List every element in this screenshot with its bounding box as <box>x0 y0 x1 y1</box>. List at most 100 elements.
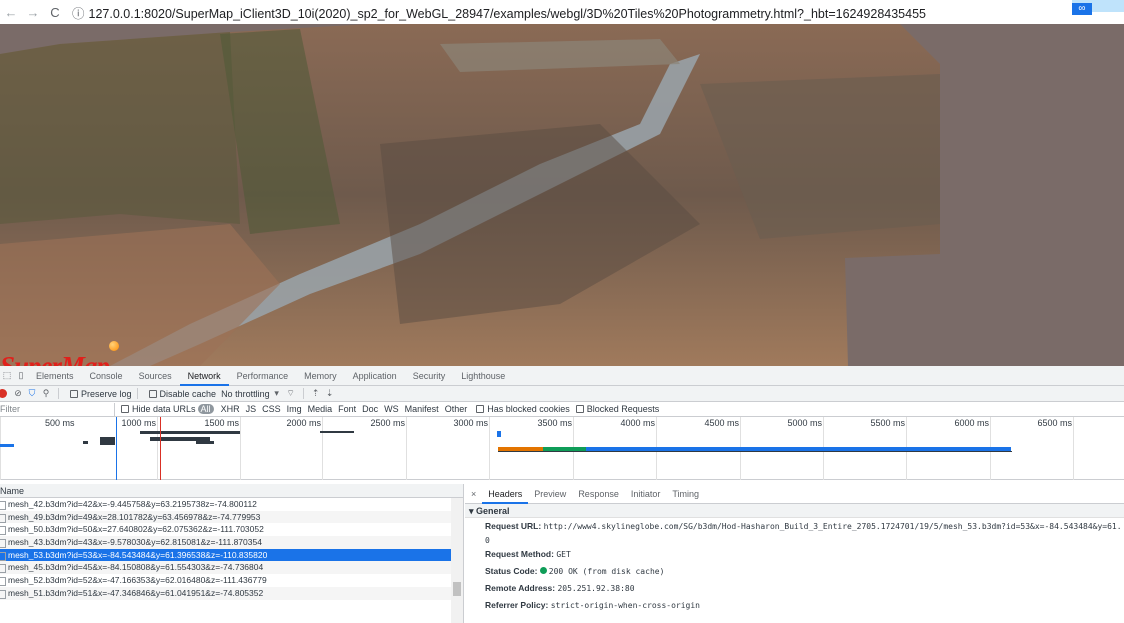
request-row[interactable]: mesh_42.b3dm?id=42&x=-9.445758&y=63.2195… <box>0 498 463 511</box>
timeline-bar <box>83 441 88 444</box>
request-list-scrollbar[interactable] <box>451 498 463 623</box>
devtools-panel: ⬚ ▯ Elements Console Sources Network Per… <box>0 366 1124 623</box>
hide-data-urls-label: Hide data URLs <box>132 404 196 414</box>
filter-media[interactable]: Media <box>308 404 333 414</box>
timeline-tick: 1000 ms <box>121 417 158 480</box>
supermap-logo: SuperMap <box>0 351 110 366</box>
filter-img[interactable]: Img <box>287 404 302 414</box>
hide-data-urls-checkbox[interactable] <box>121 405 129 413</box>
timeline-tick: 3000 ms <box>453 417 490 480</box>
request-row[interactable]: mesh_52.b3dm?id=52&x=-47.166353&y=62.016… <box>0 574 463 587</box>
filter-manifest[interactable]: Manifest <box>405 404 439 414</box>
tab-security[interactable]: Security <box>405 366 454 386</box>
network-conditions-icon[interactable]: ⌔ <box>284 388 298 399</box>
divider <box>136 388 138 399</box>
throttling-select[interactable]: No throttling <box>221 389 270 399</box>
tab-performance[interactable]: Performance <box>229 366 297 386</box>
network-lower-pane: Name mesh_42.b3dm?id=42&x=-9.445758&y=63… <box>0 484 1124 623</box>
forward-icon[interactable]: → <box>22 5 44 20</box>
general-section-header[interactable]: ▾ General <box>465 504 1124 518</box>
tab-sources[interactable]: Sources <box>131 366 180 386</box>
request-row[interactable]: mesh_51.b3dm?id=51&x=-47.346846&y=61.041… <box>0 586 463 600</box>
tab-console[interactable]: Console <box>82 366 131 386</box>
request-row[interactable]: mesh_50.b3dm?id=50&x=27.640802&y=62.0753… <box>0 523 463 536</box>
request-row-selected[interactable]: mesh_53.b3dm?id=53&x=-84.543484&y=61.396… <box>0 548 463 562</box>
network-overview-timeline[interactable]: 500 ms 1000 ms 1500 ms 2000 ms 2500 ms 3… <box>0 417 1124 480</box>
filter-icon[interactable]: ⛉ <box>25 388 39 399</box>
device-toolbar-icon[interactable]: ▯ <box>14 370 28 381</box>
tab-elements[interactable]: Elements <box>28 366 82 386</box>
tab-headers[interactable]: Headers <box>482 484 529 504</box>
tab-response[interactable]: Response <box>572 489 625 499</box>
timeline-tick: 1500 ms <box>204 417 241 480</box>
name-column-header[interactable]: Name <box>0 484 463 498</box>
filter-xhr[interactable]: XHR <box>221 404 240 414</box>
clear-icon[interactable]: ⊘ <box>11 388 25 399</box>
record-icon[interactable] <box>0 389 7 398</box>
inspect-icon[interactable]: ⬚ <box>0 370 14 381</box>
timeline-bar <box>140 431 240 434</box>
blocked-requests-label: Blocked Requests <box>586 404 660 414</box>
tab-preview[interactable]: Preview <box>528 489 572 499</box>
extension-badge[interactable]: ∞ <box>1072 0 1124 15</box>
logo-orb-icon <box>109 341 119 351</box>
import-har-icon[interactable]: ⇡ <box>309 388 323 399</box>
reload-icon[interactable]: C <box>44 5 66 20</box>
photogrammetry-terrain <box>0 24 940 366</box>
request-detail-pane: × Headers Preview Response Initiator Tim… <box>465 484 1124 623</box>
referrer-policy-row: Referrer Policy: strict-origin-when-cros… <box>485 600 700 610</box>
address-bar[interactable]: ⓘ 127.0.0.1:8020/SuperMap_iClient3D_10i(2… <box>72 3 926 22</box>
tab-application[interactable]: Application <box>345 366 405 386</box>
detail-tabs: × Headers Preview Response Initiator Tim… <box>465 484 1124 504</box>
extension-icon[interactable]: ∞ <box>1072 3 1092 15</box>
has-blocked-cookies-checkbox[interactable] <box>476 405 485 413</box>
filter-css[interactable]: CSS <box>262 404 281 414</box>
request-row[interactable]: mesh_45.b3dm?id=45&x=-84.150808&y=61.554… <box>0 561 463 575</box>
request-method-row: Request Method: GET <box>485 549 571 559</box>
scrollbar-thumb[interactable] <box>453 582 461 596</box>
export-har-icon[interactable]: ⇣ <box>323 388 337 399</box>
preserve-log-checkbox[interactable] <box>70 389 78 398</box>
timeline-tick: 500 ms <box>0 417 75 480</box>
filter-doc[interactable]: Doc <box>362 404 378 414</box>
devtools-tabs: ⬚ ▯ Elements Console Sources Network Per… <box>0 366 1124 386</box>
tab-network[interactable]: Network <box>179 366 229 386</box>
browser-toolbar: ← → C ⓘ 127.0.0.1:8020/SuperMap_iClient3D… <box>0 0 1124 24</box>
filter-other[interactable]: Other <box>445 404 468 414</box>
divider <box>302 388 304 399</box>
tab-timing[interactable]: Timing <box>666 489 705 499</box>
status-code-row: Status Code: 200 OK (from disk cache) <box>485 566 665 576</box>
timeline-tick: 2000 ms <box>286 417 323 480</box>
tab-lighthouse[interactable]: Lighthouse <box>453 366 513 386</box>
request-url-cont: 0 <box>485 536 490 545</box>
network-toolbar: ⊘ ⛉ ⚲ Preserve log Disable cache No thro… <box>0 386 1124 402</box>
remote-address-row: Remote Address: 205.251.92.38:80 <box>485 583 635 593</box>
filter-input[interactable]: Filter <box>0 402 115 416</box>
filter-js[interactable]: JS <box>246 404 257 414</box>
blocked-requests-checkbox[interactable] <box>575 405 584 413</box>
url-text[interactable]: 127.0.0.1:8020/SuperMap_iClient3D_10i(20… <box>89 7 926 21</box>
search-icon[interactable]: ⚲ <box>39 388 53 399</box>
tab-memory[interactable]: Memory <box>296 366 345 386</box>
dropdown-arrow-icon[interactable]: ▾ <box>270 388 284 399</box>
timeline-bar <box>0 444 14 447</box>
close-icon[interactable]: × <box>465 489 482 499</box>
timeline-bar <box>497 431 501 437</box>
filter-bar: Filter Hide data URLs All XHR JS CSS Img… <box>0 402 1124 417</box>
info-icon[interactable]: ⓘ <box>72 7 85 21</box>
filter-all[interactable]: All <box>197 404 214 414</box>
timeline-bar <box>320 431 354 433</box>
filter-font[interactable]: Font <box>338 404 356 414</box>
tab-initiator[interactable]: Initiator <box>625 489 667 499</box>
filter-ws[interactable]: WS <box>384 404 399 414</box>
timeline-bar <box>498 451 1012 452</box>
back-icon[interactable]: ← <box>0 5 22 20</box>
disable-cache-checkbox[interactable] <box>148 389 157 398</box>
request-list: Name mesh_42.b3dm?id=42&x=-9.445758&y=63… <box>0 484 464 623</box>
preserve-log-label: Preserve log <box>81 388 132 399</box>
3d-scene-canvas[interactable]: SuperMap <box>0 24 1124 366</box>
request-row[interactable]: mesh_43.b3dm?id=43&x=-9.578030&y=62.8150… <box>0 536 463 549</box>
triangle-down-icon: ▾ <box>469 506 477 516</box>
request-row[interactable]: mesh_49.b3dm?id=49&x=28.101782&y=63.4569… <box>0 510 463 524</box>
timeline-tick: 6500 ms <box>1037 417 1074 480</box>
